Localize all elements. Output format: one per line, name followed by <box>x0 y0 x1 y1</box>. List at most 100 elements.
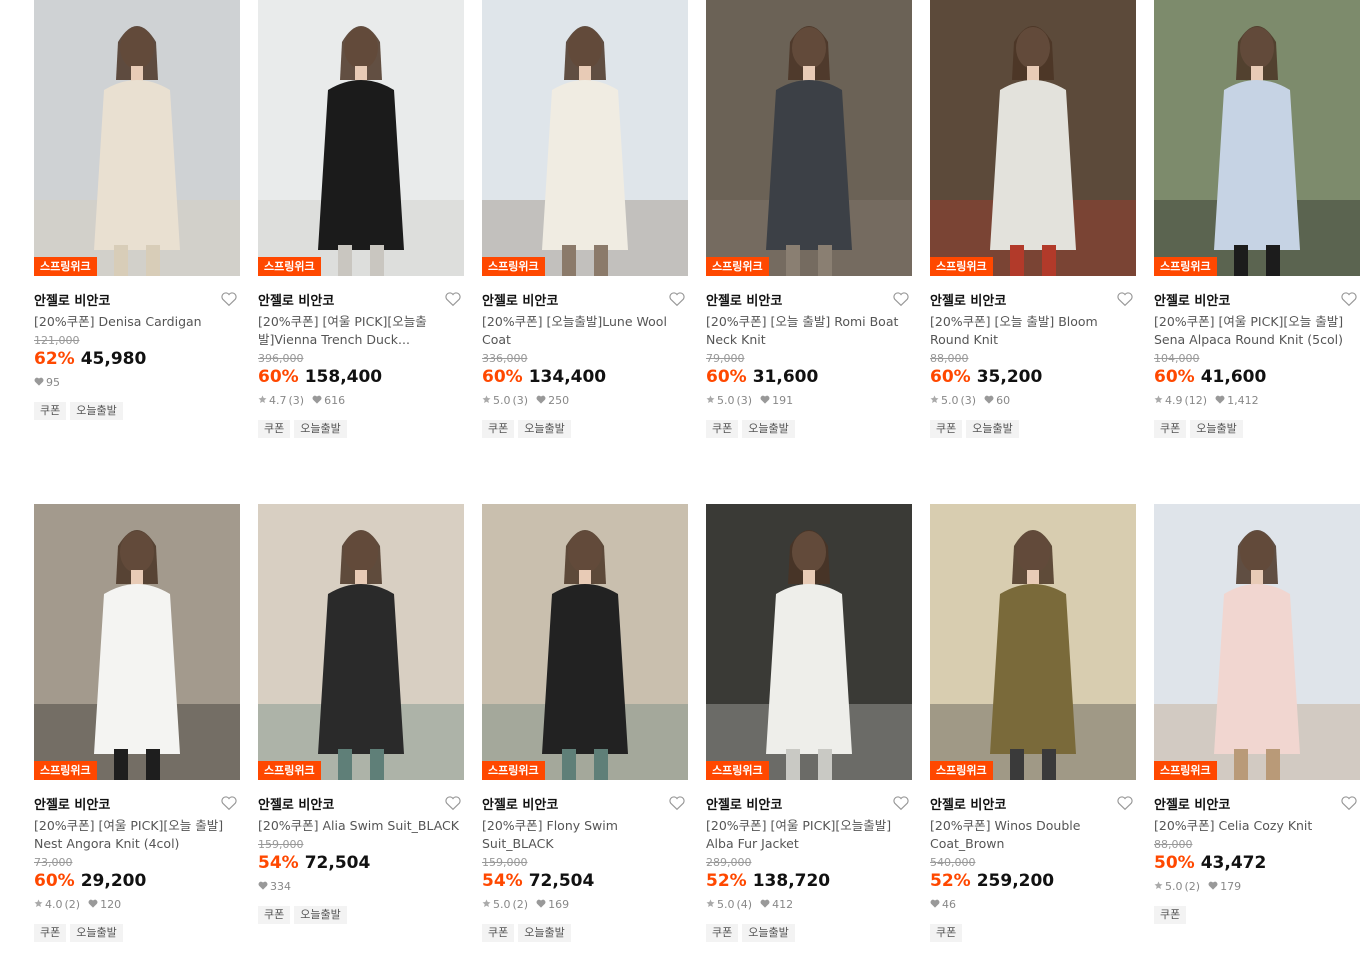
wishlist-heart-icon[interactable] <box>892 794 910 812</box>
product-name[interactable]: [20%쿠폰] Celia Cozy Knit <box>1154 817 1360 835</box>
product-name[interactable]: [20%쿠폰] [여울 PICK][오늘출발] Alba Fur Jacket <box>706 817 912 853</box>
sale-price: 134,400 <box>528 367 607 387</box>
tag: 오늘출발 <box>742 924 795 942</box>
likes: 60 <box>984 394 1010 408</box>
heart-icon <box>1215 394 1225 408</box>
product-card[interactable]: 스프링위크안젤로 비안코 [20%쿠폰] [여울 PICK][오늘 출발] Nes… <box>34 504 240 942</box>
brand-name[interactable]: 안젤로 비안코 <box>1154 294 1230 309</box>
tag: 오늘출발 <box>966 420 1019 438</box>
product-name[interactable]: [20%쿠폰] [오늘 출발] Bloom Round Knit <box>930 313 1136 349</box>
wishlist-heart-icon[interactable] <box>1116 794 1134 812</box>
wishlist-heart-icon[interactable] <box>668 794 686 812</box>
discount-rate: 52% <box>930 871 971 891</box>
product-meta: 95 <box>34 376 240 390</box>
sale-price: 72,504 <box>528 871 595 891</box>
sale-price: 41,600 <box>1200 367 1267 387</box>
original-price: 88,000 <box>1154 838 1193 851</box>
brand-name[interactable]: 안젤로 비안코 <box>482 798 558 813</box>
price-row: 54% 72,504 <box>258 852 464 874</box>
product-name[interactable]: [20%쿠폰] Denisa Cardigan <box>34 313 240 331</box>
product-meta: 5.0 (3) 250 <box>482 394 688 408</box>
product-grid: 스프링위크 안젤로 비안코 [20%쿠폰] Denisa Cardigan 121,0… <box>34 0 1364 979</box>
price-row: 52% 138,720 <box>706 870 912 892</box>
wishlist-heart-icon[interactable] <box>444 290 462 308</box>
product-image[interactable]: 스프링위크 <box>1154 504 1360 780</box>
product-image[interactable]: 스프링위크 <box>482 0 688 276</box>
wishlist-heart-icon[interactable] <box>892 290 910 308</box>
wishlist-heart-icon[interactable] <box>444 794 462 812</box>
discount-rate: 54% <box>482 871 523 891</box>
wishlist-heart-icon[interactable] <box>1340 290 1358 308</box>
price-row: 60% 35,200 <box>930 366 1136 388</box>
product-card[interactable]: 스프링위크안젤로 비안코 [20%쿠폰] Winos Double Coat_Br… <box>930 504 1136 942</box>
product-card[interactable]: 스프링위크안젤로 비안코 [20%쿠폰] Flony Swim Suit_BLAC… <box>482 504 688 942</box>
tag-list: 쿠폰 오늘출발 <box>930 420 1136 438</box>
wishlist-heart-icon[interactable] <box>1340 794 1358 812</box>
heart-icon <box>536 394 546 408</box>
brand-name[interactable]: 안젤로 비안코 <box>482 294 558 309</box>
brand-name[interactable]: 안젤로 비안코 <box>930 798 1006 813</box>
brand-name[interactable]: 안젤로 비안코 <box>258 798 334 813</box>
brand-name[interactable]: 안젤로 비안코 <box>706 294 782 309</box>
product-image[interactable]: 스프링위크 <box>1154 0 1360 276</box>
product-image[interactable]: 스프링위크 <box>706 504 912 780</box>
wishlist-heart-icon[interactable] <box>1116 290 1134 308</box>
brand-name[interactable]: 안젤로 비안코 <box>930 294 1006 309</box>
wishlist-heart-icon[interactable] <box>220 794 238 812</box>
product-image[interactable]: 스프링위크 <box>930 504 1136 780</box>
promo-badge: 스프링위크 <box>930 761 993 780</box>
likes: 95 <box>34 376 60 390</box>
heart-icon <box>930 898 940 912</box>
product-meta: 4.9 (12) 1,412 <box>1154 394 1360 408</box>
wishlist-heart-icon[interactable] <box>668 290 686 308</box>
heart-icon <box>760 898 770 912</box>
tag: 쿠폰 <box>706 420 739 438</box>
product-meta: 5.0 (2) 169 <box>482 898 688 912</box>
discount-rate: 50% <box>1154 853 1195 873</box>
promo-badge: 스프링위크 <box>258 257 321 276</box>
product-image[interactable]: 스프링위크 <box>258 504 464 780</box>
original-price: 88,000 <box>930 352 969 365</box>
star-icon <box>482 394 491 408</box>
discount-rate: 60% <box>34 871 75 891</box>
likes: 120 <box>88 898 121 912</box>
brand-name[interactable]: 안젤로 비안코 <box>1154 798 1230 813</box>
original-price: 336,000 <box>482 352 528 365</box>
tag-list: 쿠폰 <box>930 924 1136 942</box>
brand-name[interactable]: 안젤로 비안코 <box>258 294 334 309</box>
brand-name[interactable]: 안젤로 비안코 <box>34 294 110 309</box>
product-image[interactable]: 스프링위크 <box>482 504 688 780</box>
product-name[interactable]: [20%쿠폰] [여울 PICK][오늘출발]Vienna Trench Duc… <box>258 313 464 349</box>
likes: 334 <box>258 880 291 894</box>
original-price: 73,000 <box>34 856 73 869</box>
product-image[interactable]: 스프링위크 <box>930 0 1136 276</box>
original-price: 104,000 <box>1154 352 1200 365</box>
sale-price: 43,472 <box>1200 853 1267 873</box>
product-image[interactable]: 스프링위크 <box>34 0 240 276</box>
product-card[interactable]: 스프링위크안젤로 비안코 [20%쿠폰] [여울 PICK][오늘출발] Alba… <box>706 504 912 942</box>
product-card[interactable]: 스프링위크 안젤로 비안코 [20%쿠폰] Denisa Cardigan 121,0… <box>34 0 240 420</box>
product-name[interactable]: [20%쿠폰] [오늘출발]Lune Wool Coat <box>482 313 688 349</box>
product-name[interactable]: [20%쿠폰] [여울 PICK][오늘 출발] Sena Alpaca Rou… <box>1154 313 1360 349</box>
brand-name[interactable]: 안젤로 비안코 <box>34 798 110 813</box>
product-name[interactable]: [20%쿠폰] Winos Double Coat_Brown <box>930 817 1136 853</box>
product-card[interactable]: 스프링위크안젤로 비안코 [20%쿠폰] Alia Swim Suit_BLACK… <box>258 504 464 924</box>
product-name[interactable]: [20%쿠폰] Alia Swim Suit_BLACK <box>258 817 464 835</box>
product-name[interactable]: [20%쿠폰] Flony Swim Suit_BLACK <box>482 817 688 853</box>
product-card[interactable]: 스프링위크안젤로 비안코 [20%쿠폰] [오늘출발]Lune Wool Coat… <box>482 0 688 438</box>
product-card[interactable]: 스프링위크안젤로 비안코 [20%쿠폰] [여울 PICK][오늘 출발] Sen… <box>1154 0 1360 438</box>
product-card[interactable]: 스프링위크안젤로 비안코 [20%쿠폰] [여울 PICK][오늘출발]Vienn… <box>258 0 464 438</box>
product-card[interactable]: 스프링위크안젤로 비안코 [20%쿠폰] [오늘 출발] Bloom Round … <box>930 0 1136 438</box>
product-image[interactable]: 스프링위크 <box>258 0 464 276</box>
product-name[interactable]: [20%쿠폰] [오늘 출발] Romi Boat Neck Knit <box>706 313 912 349</box>
product-card[interactable]: 스프링위크안젤로 비안코 [20%쿠폰] [오늘 출발] Romi Boat Ne… <box>706 0 912 438</box>
sale-price: 29,200 <box>80 871 147 891</box>
wishlist-heart-icon[interactable] <box>220 290 238 308</box>
original-price: 540,000 <box>930 856 976 869</box>
rating: 5.0 (2) <box>1154 880 1200 894</box>
product-name[interactable]: [20%쿠폰] [여울 PICK][오늘 출발] Nest Angora Kni… <box>34 817 240 853</box>
product-image[interactable]: 스프링위크 <box>706 0 912 276</box>
product-card[interactable]: 스프링위크안젤로 비안코 [20%쿠폰] Celia Cozy Knit 88,00… <box>1154 504 1360 924</box>
brand-name[interactable]: 안젤로 비안코 <box>706 798 782 813</box>
product-image[interactable]: 스프링위크 <box>34 504 240 780</box>
